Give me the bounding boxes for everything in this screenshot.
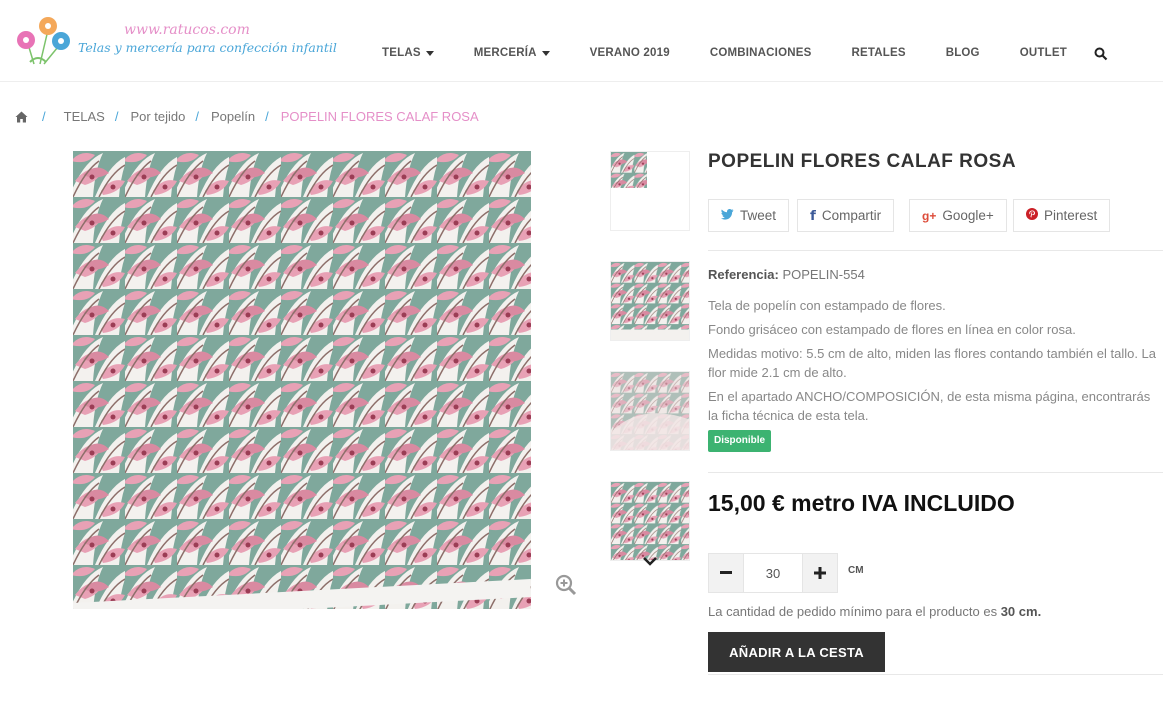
min-note-value: 30 cm.	[1000, 604, 1042, 619]
breadcrumb-separator: /	[265, 109, 269, 124]
minus-icon	[720, 571, 732, 574]
plus-icon	[814, 567, 826, 579]
breadcrumb-item[interactable]: Por tejido	[130, 109, 185, 124]
tweet-button[interactable]: Tweet	[708, 199, 790, 232]
quantity-stepper: 30	[708, 553, 838, 593]
breadcrumb: / TELAS / Por tejido / Popelín / POPELIN…	[15, 109, 479, 124]
min-note-text: La cantidad de pedido mínimo para el pro…	[708, 604, 1001, 619]
add-to-cart-button[interactable]: AÑADIR A LA CESTA	[708, 632, 885, 672]
divider	[708, 674, 1163, 675]
nav-label: VERANO 2019	[589, 47, 670, 59]
product-main-image[interactable]	[73, 151, 531, 609]
availability-badge: Disponible	[708, 430, 772, 452]
thumbnail-image	[611, 262, 689, 340]
share-label: Pinterest	[1044, 208, 1098, 223]
logo-flowers-icon	[17, 17, 70, 65]
breadcrumb-separator: /	[42, 109, 46, 124]
share-label: Compartir	[821, 208, 882, 223]
quantity-unit: CM	[848, 565, 864, 576]
decrease-quantity-button[interactable]	[708, 553, 744, 593]
product-thumbnail[interactable]	[610, 151, 690, 231]
nav-label: BLOG	[945, 47, 980, 59]
pinterest-share-button[interactable]: Pinterest	[1013, 199, 1111, 232]
logo-tagline: Telas y mercería para confección infanti…	[78, 40, 337, 55]
facebook-icon: f	[810, 207, 816, 224]
chevron-down-icon	[425, 50, 434, 56]
product-thumbnail[interactable]	[610, 371, 690, 451]
share-label: Google+	[942, 208, 994, 223]
nav-item-merceria[interactable]: MERCERÍA	[474, 47, 550, 59]
site-header: www.ratucos.com Telas y mercería para co…	[0, 0, 1163, 82]
nav-item-verano[interactable]: VERANO 2019	[590, 47, 670, 59]
quantity-input[interactable]: 30	[744, 553, 802, 593]
breadcrumb-separator: /	[114, 109, 119, 124]
nav-label: RETALES	[851, 47, 906, 59]
logo-url: www.ratucos.com	[124, 22, 250, 38]
twitter-icon	[721, 208, 734, 223]
thumbnail-image	[611, 482, 689, 560]
google-plus-icon: g+	[922, 208, 937, 223]
main-nav: TELAS MERCERÍA VERANO 2019 COMBINACIONES…	[382, 47, 1067, 59]
zoom-icon[interactable]	[555, 574, 577, 596]
google-plus-share-button[interactable]: g+ Google+	[909, 199, 1007, 232]
facebook-share-button[interactable]: f Compartir	[797, 199, 895, 232]
chevron-down-icon	[541, 50, 550, 56]
minimum-order-note: La cantidad de pedido mínimo para el pro…	[708, 604, 1041, 619]
thumbnail-image	[611, 372, 689, 450]
product-reference: Referencia: POPELIN-554	[708, 267, 865, 282]
nav-label: MERCERÍA	[473, 47, 537, 59]
description-line: En el apartado ANCHO/COMPOSICIÓN, de est…	[708, 389, 1151, 423]
nav-item-telas[interactable]: TELAS	[382, 47, 434, 59]
product-thumbnail[interactable]	[610, 261, 690, 341]
pinterest-icon	[1026, 208, 1038, 223]
search-icon[interactable]	[1094, 47, 1108, 61]
breadcrumb-item[interactable]: Popelín	[211, 109, 255, 124]
site-logo[interactable]: www.ratucos.com Telas y mercería para co…	[14, 14, 337, 68]
share-label: Tweet	[740, 208, 777, 223]
thumbnail-image	[611, 152, 647, 188]
breadcrumb-current: POPELIN FLORES CALAF ROSA	[280, 109, 479, 124]
description-line: Medidas motivo: 5.5 cm de alto, miden la…	[708, 346, 1157, 380]
nav-label: TELAS	[382, 47, 421, 59]
product-title: POPELIN FLORES CALAF ROSA	[708, 151, 1017, 172]
nav-item-blog[interactable]: BLOG	[946, 47, 980, 59]
description-line: Fondo grisáceo con estampado de flores e…	[708, 322, 1076, 337]
nav-item-retales[interactable]: RETALES	[851, 47, 905, 59]
breadcrumb-separator: /	[195, 109, 199, 124]
chevron-down-icon[interactable]	[642, 556, 658, 568]
reference-value: POPELIN-554	[782, 267, 865, 282]
product-thumbnail[interactable]	[610, 481, 690, 561]
reference-label: Referencia:	[708, 267, 779, 282]
nav-item-outlet[interactable]: OUTLET	[1020, 47, 1067, 59]
home-icon[interactable]	[15, 111, 28, 123]
fabric-image	[73, 151, 531, 609]
divider	[708, 472, 1163, 473]
nav-item-combinaciones[interactable]: COMBINACIONES	[710, 47, 812, 59]
product-price: 15,00 € metro IVA INCLUIDO	[708, 490, 1015, 516]
divider	[708, 250, 1163, 251]
nav-label: OUTLET	[1019, 47, 1067, 59]
breadcrumb-item[interactable]: TELAS	[64, 109, 105, 124]
description-line: Tela de popelín con estampado de flores.	[708, 298, 946, 313]
nav-label: COMBINACIONES	[709, 47, 812, 59]
increase-quantity-button[interactable]	[802, 553, 838, 593]
